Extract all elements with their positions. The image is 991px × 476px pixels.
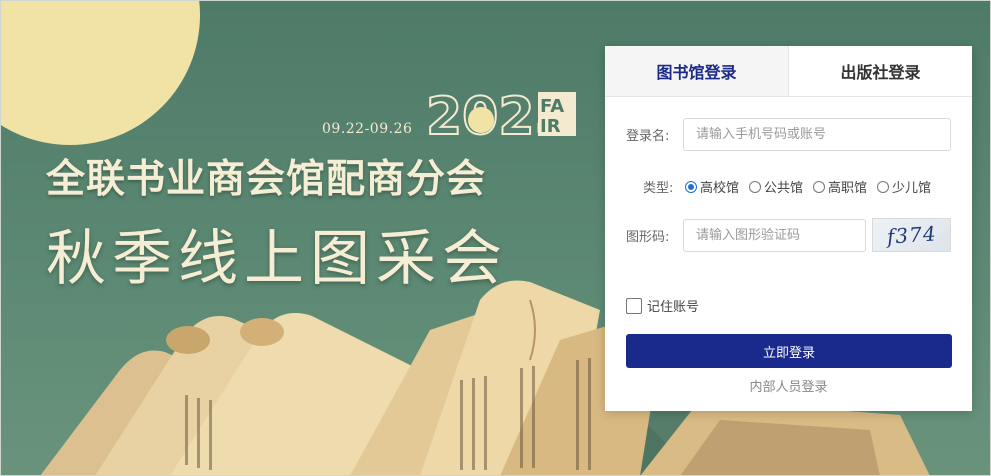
captcha-label: 图形码:	[626, 229, 670, 245]
login-tabs: 图书馆登录 出版社登录	[605, 46, 972, 97]
tab-publisher-login[interactable]: 出版社登录	[788, 46, 972, 96]
radio-icon	[877, 180, 890, 193]
remember-label[interactable]: 记住账号	[647, 296, 699, 315]
year-2025-fair-logo: 2025 FA IR	[426, 88, 576, 140]
radio-children-library[interactable]: 少儿馆	[877, 177, 931, 196]
captcha-row: 图形码: f374	[605, 218, 972, 252]
paper-scroll-left	[40, 313, 420, 476]
remember-row: 记住账号	[605, 296, 972, 315]
internal-staff-login-link[interactable]: 内部人员登录	[605, 376, 972, 395]
radio-vocational-library[interactable]: 高职馆	[813, 177, 867, 196]
type-row: 类型: 高校馆 公共馆 高职馆 少儿馆	[605, 177, 972, 196]
captcha-image-text: f374	[885, 221, 938, 249]
radio-icon	[749, 180, 762, 193]
banner-title-line2: 秋季线上图采会	[46, 224, 508, 294]
radio-label: 高校馆	[700, 181, 740, 196]
event-dates: 09.22-09.26	[322, 121, 413, 137]
radio-label: 少儿馆	[892, 181, 932, 196]
captcha-image[interactable]: f374	[872, 218, 951, 252]
radio-label: 高职馆	[828, 181, 868, 196]
radio-icon	[813, 180, 826, 193]
banner-title-line1: 全联书业商会馆配商分会	[46, 156, 487, 202]
type-label: 类型:	[643, 181, 674, 196]
radio-label: 公共馆	[764, 181, 804, 196]
login-panel: 图书馆登录 出版社登录 登录名: 类型: 高校馆 公共馆 高职馆 少儿馆 图形码…	[605, 46, 972, 411]
remember-checkbox[interactable]	[626, 297, 642, 314]
radio-public-library[interactable]: 公共馆	[749, 177, 803, 196]
username-row: 登录名:	[605, 118, 972, 151]
radio-icon	[685, 180, 697, 193]
tab-library-login[interactable]: 图书馆登录	[605, 46, 788, 96]
username-label: 登录名:	[626, 129, 670, 144]
svg-text:FA: FA	[540, 96, 564, 117]
radio-university-library[interactable]: 高校馆	[685, 177, 739, 196]
login-submit-button[interactable]: 立即登录	[626, 334, 952, 368]
captcha-input[interactable]	[683, 218, 866, 252]
svg-text:IR: IR	[540, 116, 561, 137]
username-input[interactable]	[683, 118, 951, 151]
